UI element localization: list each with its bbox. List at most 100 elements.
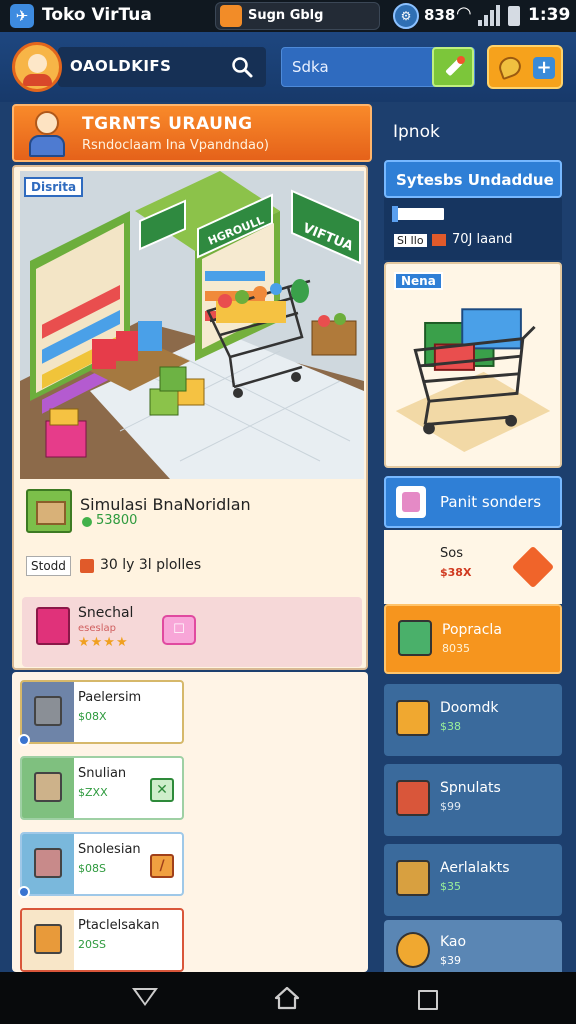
sidebar-item-name: Spnulats <box>440 780 501 796</box>
coin-shop-button[interactable]: + <box>487 45 563 89</box>
selected-indicator <box>18 886 30 898</box>
featured-tag: Nena <box>394 272 443 290</box>
player-avatar[interactable] <box>12 42 62 92</box>
updates-banner-label: Sytesbs Undaddue <box>396 171 554 189</box>
shopkeeper-icon <box>24 109 70 159</box>
next-arrow-icon[interactable] <box>511 545 555 589</box>
recent-apps-icon[interactable] <box>418 990 438 1010</box>
promo-title: TGRNTS URAUNG <box>82 114 253 134</box>
updates-progress-bar <box>392 206 444 222</box>
notification-text: Sugn Gblg <box>248 8 324 23</box>
simulation-title: Simulasi BnaNoridlan <box>80 495 251 514</box>
home-icon[interactable] <box>274 986 300 1010</box>
flag-icon <box>432 234 446 246</box>
sidebar-item-price: 8035 <box>442 642 470 655</box>
item-thumbnail <box>22 910 74 970</box>
app-title: Toko VirTua <box>42 5 152 25</box>
status-bar: ✈ Toko VirTua Sugn Gblg ⚙ 838 ◠ 1:39 <box>0 0 576 32</box>
simulation-thumbnail <box>26 489 72 533</box>
special-badge-icon[interactable]: ☐ <box>162 615 196 645</box>
product-list: Paelersim $08X Snulian $ZXX ✕ Snolesian … <box>12 672 368 972</box>
updates-tag: Sl Ilo <box>394 234 427 247</box>
app-icon: ✈ <box>10 4 34 28</box>
updates-text: 70J laand <box>452 232 513 247</box>
sidebar-item[interactable]: Popracla 8035 <box>384 604 562 674</box>
list-item[interactable]: Paelersim $08X <box>18 680 184 746</box>
shopping-cart-illustration <box>395 308 551 452</box>
item-thumbnail <box>22 834 74 894</box>
item-name: Snolesian <box>78 842 141 857</box>
item-price: $08X <box>78 710 107 723</box>
selected-indicator <box>18 734 30 746</box>
wifi-icon: ◠ <box>456 3 472 24</box>
rating-stars: ★★★★ <box>78 635 129 650</box>
store-scene-illustration[interactable]: HGROULL VIFTUA <box>20 171 364 479</box>
scene-tag: Disrita <box>24 177 84 197</box>
stock-text: 30 ly 3l plolles <box>100 557 202 573</box>
gem-icon <box>82 517 92 527</box>
cart-icon <box>396 780 430 816</box>
sidebar-item[interactable]: Aerlalakts $35 <box>384 844 562 916</box>
book-icon <box>398 620 432 656</box>
trophy-icon <box>396 700 430 736</box>
notification-pill[interactable]: Sugn Gblg <box>215 2 380 30</box>
promo-subtitle: Rsndoclaam Ina Vpandndao) <box>82 138 269 153</box>
item-name: Paelersim <box>78 690 142 705</box>
stock-icon <box>80 559 94 573</box>
item-price: $ZXX <box>78 786 108 799</box>
sidebar-item-name: Aerlalakts <box>440 860 510 876</box>
item-thumbnail <box>22 682 74 742</box>
system-nav-bar <box>0 972 576 1024</box>
deal-item[interactable]: Sos $38X <box>384 530 562 604</box>
signal-icon <box>478 4 500 26</box>
item-name: Snulian <box>78 766 127 781</box>
item-price: $08S <box>78 862 106 875</box>
store-name: OAOLDKIFS <box>70 57 172 75</box>
gauge-icon: ⚙ <box>393 3 419 29</box>
plus-icon: + <box>533 57 555 79</box>
promo-banner[interactable]: TGRNTS URAUNG Rsndoclaam Ina Vpandndao) <box>12 104 372 162</box>
app-header: OAOLDKIFS Sdka + <box>0 32 576 102</box>
search-icon[interactable] <box>230 55 254 79</box>
battery-icon <box>508 6 520 26</box>
search-go-button[interactable] <box>432 47 474 87</box>
clock: 1:39 <box>528 5 571 25</box>
list-item[interactable]: Ptaclelsakan 20SS <box>20 908 184 972</box>
deal-price: $38X <box>440 566 472 579</box>
remove-item-icon[interactable]: ✕ <box>150 778 174 802</box>
updates-banner[interactable]: Sytesbs Undaddue <box>384 160 562 198</box>
notification-icon <box>220 5 242 27</box>
list-item[interactable]: Snulian $ZXX ✕ <box>20 756 184 820</box>
special-subtitle: eseslap <box>78 623 116 634</box>
edit-item-icon[interactable]: / <box>150 854 174 878</box>
sidebar-item[interactable]: Kao $39 <box>384 920 562 972</box>
category-header[interactable]: Panit sonders <box>384 476 562 528</box>
sidebar-heading: Ipnok <box>393 122 440 142</box>
item-name: Ptaclelsakan <box>78 918 160 933</box>
stall-icon <box>396 860 430 896</box>
store-name-box[interactable]: OAOLDKIFS <box>58 47 266 87</box>
featured-product[interactable]: Nena <box>384 262 562 468</box>
sidebar-item-price: $39 <box>440 954 461 967</box>
category-icon <box>396 486 426 518</box>
updates-info: Sl Ilo 70J laand <box>384 198 562 260</box>
sidebar-item[interactable]: Spnulats $99 <box>384 764 562 836</box>
sidebar-item-name: Doomdk <box>440 700 499 716</box>
item-price: 20SS <box>78 938 106 951</box>
sidebar-item-price: $38 <box>440 720 461 733</box>
sidebar-item-name: Popracla <box>442 622 502 638</box>
item-thumbnail <box>22 758 74 818</box>
deal-title: Sos <box>440 546 463 561</box>
coin-bag-icon <box>396 932 430 968</box>
list-item[interactable]: Snolesian $08S / <box>18 832 184 898</box>
search-placeholder: Sdka <box>292 58 329 76</box>
sidebar-item-price: $99 <box>440 800 461 813</box>
sidebar-item-name: Kao <box>440 934 467 950</box>
special-title: Snechal <box>78 605 134 621</box>
back-icon[interactable] <box>132 988 158 1006</box>
category-label: Panit sonders <box>440 493 542 511</box>
coin-icon <box>496 53 524 81</box>
special-offer-row[interactable]: Snechal eseslap ★★★★ ☐ <box>22 597 362 667</box>
sidebar-item[interactable]: Doomdk $38 <box>384 684 562 756</box>
gift-box-icon <box>36 607 70 645</box>
